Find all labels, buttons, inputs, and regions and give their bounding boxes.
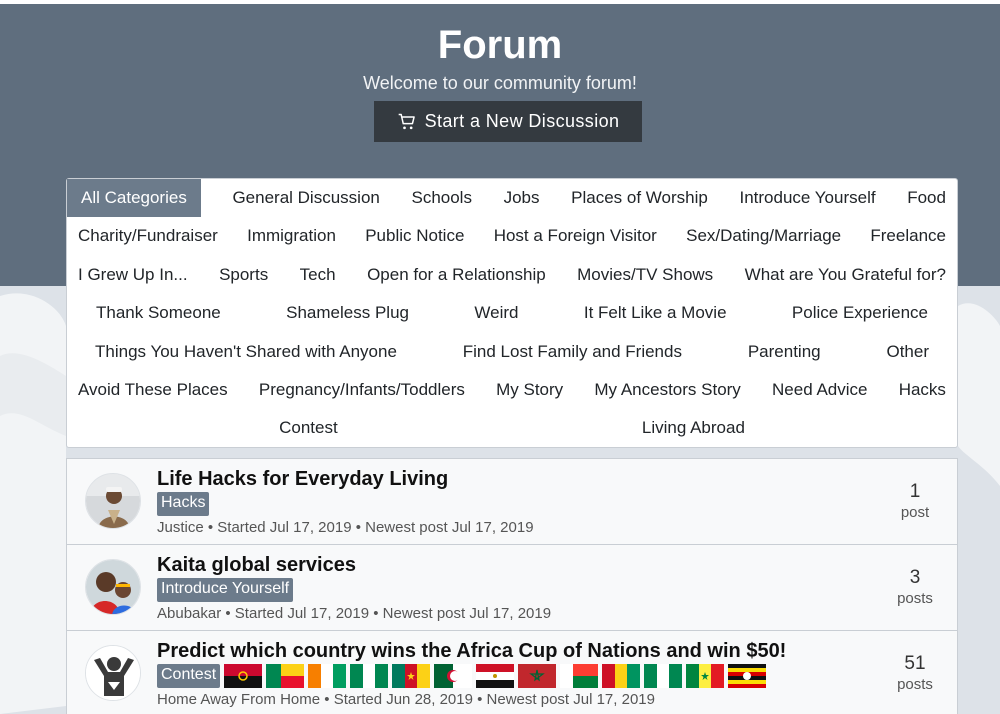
nigeria-flag-icon: [350, 664, 389, 688]
category-schools[interactable]: Schools: [411, 179, 471, 217]
category-tag[interactable]: Introduce Yourself: [157, 578, 294, 602]
guinea-flag-icon: [602, 664, 641, 688]
discussion-title[interactable]: Predict which country wins the Africa Cu…: [157, 640, 786, 663]
community-logo-icon: [86, 646, 140, 700]
post-count: 51 posts: [889, 653, 941, 695]
category-sports[interactable]: Sports: [219, 256, 268, 294]
category-lost-family[interactable]: Find Lost Family and Friends: [463, 333, 682, 371]
cameroon-flag-icon: [392, 664, 431, 688]
avatar[interactable]: [85, 473, 141, 529]
post-count-number: 51: [904, 653, 926, 674]
category-pregnancy[interactable]: Pregnancy/Infants/Toddlers: [259, 371, 465, 409]
category-weird[interactable]: Weird: [474, 294, 518, 332]
category-not-shared[interactable]: Things You Haven't Shared with Anyone: [95, 333, 397, 371]
start-discussion-label: Start a New Discussion: [424, 111, 620, 131]
category-need-advice[interactable]: Need Advice: [772, 371, 867, 409]
avatar[interactable]: [85, 645, 141, 701]
uganda-flag-icon: [728, 664, 767, 688]
category-immigration[interactable]: Immigration: [247, 217, 336, 255]
category-all[interactable]: All Categories: [67, 179, 201, 217]
category-filter: All Categories General Discussion School…: [66, 178, 958, 448]
angola-flag-icon: [224, 664, 263, 688]
category-charity[interactable]: Charity/Fundraiser: [78, 217, 218, 255]
discussion-title[interactable]: Life Hacks for Everyday Living: [157, 468, 448, 491]
avatar[interactable]: [85, 559, 141, 615]
category-row: Avoid These Places Pregnancy/Infants/Tod…: [67, 371, 957, 409]
benin-flag-icon: [266, 664, 305, 688]
category-row: Contest Living Abroad: [67, 409, 957, 447]
category-places-of-worship[interactable]: Places of Worship: [571, 179, 708, 217]
ivory-coast-flag-icon: [308, 664, 347, 688]
page-title: Forum: [437, 23, 563, 67]
category-my-story[interactable]: My Story: [496, 371, 563, 409]
category-police-experience[interactable]: Police Experience: [792, 294, 928, 332]
category-movies-tv[interactable]: Movies/TV Shows: [577, 256, 713, 294]
category-shameless-plug[interactable]: Shameless Plug: [286, 294, 409, 332]
category-felt-like-movie[interactable]: It Felt Like a Movie: [584, 294, 727, 332]
category-row: Things You Haven't Shared with Anyone Fi…: [67, 333, 957, 371]
category-jobs[interactable]: Jobs: [504, 179, 540, 217]
category-avoid-places[interactable]: Avoid These Places: [78, 371, 228, 409]
nigeria-flag-icon: [644, 664, 683, 688]
discussion-meta: Justice • Started Jul 17, 2019 • Newest …: [157, 519, 534, 536]
user-photo-icon: [86, 560, 140, 614]
category-public-notice[interactable]: Public Notice: [365, 217, 464, 255]
user-photo-icon: [86, 474, 140, 528]
category-host-foreign-visitor[interactable]: Host a Foreign Visitor: [494, 217, 657, 255]
category-parenting[interactable]: Parenting: [748, 333, 821, 371]
category-other[interactable]: Other: [886, 333, 929, 371]
category-row: All Categories General Discussion School…: [67, 179, 957, 217]
category-living-abroad[interactable]: Living Abroad: [642, 409, 745, 447]
category-thank-someone[interactable]: Thank Someone: [96, 294, 221, 332]
discussion-row[interactable]: Life Hacks for Everyday Living Hacks Jus…: [67, 459, 957, 545]
cart-icon: [398, 113, 415, 129]
post-count-number: 1: [909, 481, 921, 502]
category-i-grew-up-in[interactable]: I Grew Up In...: [78, 256, 188, 294]
senegal-flag-icon: [686, 664, 725, 688]
post-count-label: posts: [897, 590, 933, 607]
discussion-row[interactable]: Predict which country wins the Africa Cu…: [67, 631, 957, 714]
category-row: I Grew Up In... Sports Tech Open for a R…: [67, 256, 957, 294]
page-subtitle: Welcome to our community forum!: [363, 73, 637, 93]
morocco-flag-icon: [518, 664, 557, 688]
category-hacks[interactable]: Hacks: [899, 371, 946, 409]
post-count: 1 post: [889, 481, 941, 523]
category-grateful[interactable]: What are You Grateful for?: [745, 256, 946, 294]
start-discussion-button[interactable]: Start a New Discussion: [374, 101, 642, 142]
category-contest[interactable]: Contest: [279, 409, 338, 447]
category-row: Thank Someone Shameless Plug Weird It Fe…: [67, 294, 957, 332]
madagascar-flag-icon: [560, 664, 599, 688]
category-tag[interactable]: Contest: [157, 664, 221, 688]
category-tech[interactable]: Tech: [300, 256, 336, 294]
category-tag[interactable]: Hacks: [157, 492, 210, 516]
discussion-list: Life Hacks for Everyday Living Hacks Jus…: [66, 458, 958, 714]
discussion-tags: Contest: [157, 664, 767, 688]
discussion-tags: Introduce Yourself: [157, 578, 294, 602]
category-open-for-relationship[interactable]: Open for a Relationship: [367, 256, 546, 294]
category-ancestors-story[interactable]: My Ancestors Story: [594, 371, 740, 409]
discussion-meta: Abubakar • Started Jul 17, 2019 • Newest…: [157, 605, 552, 622]
post-count-label: posts: [897, 676, 933, 693]
discussion-meta: Home Away From Home • Started Jun 28, 20…: [157, 691, 655, 708]
post-count-label: post: [900, 504, 930, 521]
category-food[interactable]: Food: [907, 179, 946, 217]
category-introduce-yourself[interactable]: Introduce Yourself: [739, 179, 875, 217]
egypt-flag-icon: [476, 664, 515, 688]
discussion-tags: Hacks: [157, 492, 210, 516]
discussion-row[interactable]: Kaita global services Introduce Yourself…: [67, 545, 957, 631]
category-general-discussion[interactable]: General Discussion: [232, 179, 379, 217]
category-freelance[interactable]: Freelance: [870, 217, 946, 255]
algeria-flag-icon: [434, 664, 473, 688]
category-sex-dating-marriage[interactable]: Sex/Dating/Marriage: [686, 217, 841, 255]
discussion-title[interactable]: Kaita global services: [157, 554, 356, 577]
post-count-number: 3: [909, 567, 921, 588]
category-row: Charity/Fundraiser Immigration Public No…: [67, 217, 957, 255]
post-count: 3 posts: [889, 567, 941, 609]
